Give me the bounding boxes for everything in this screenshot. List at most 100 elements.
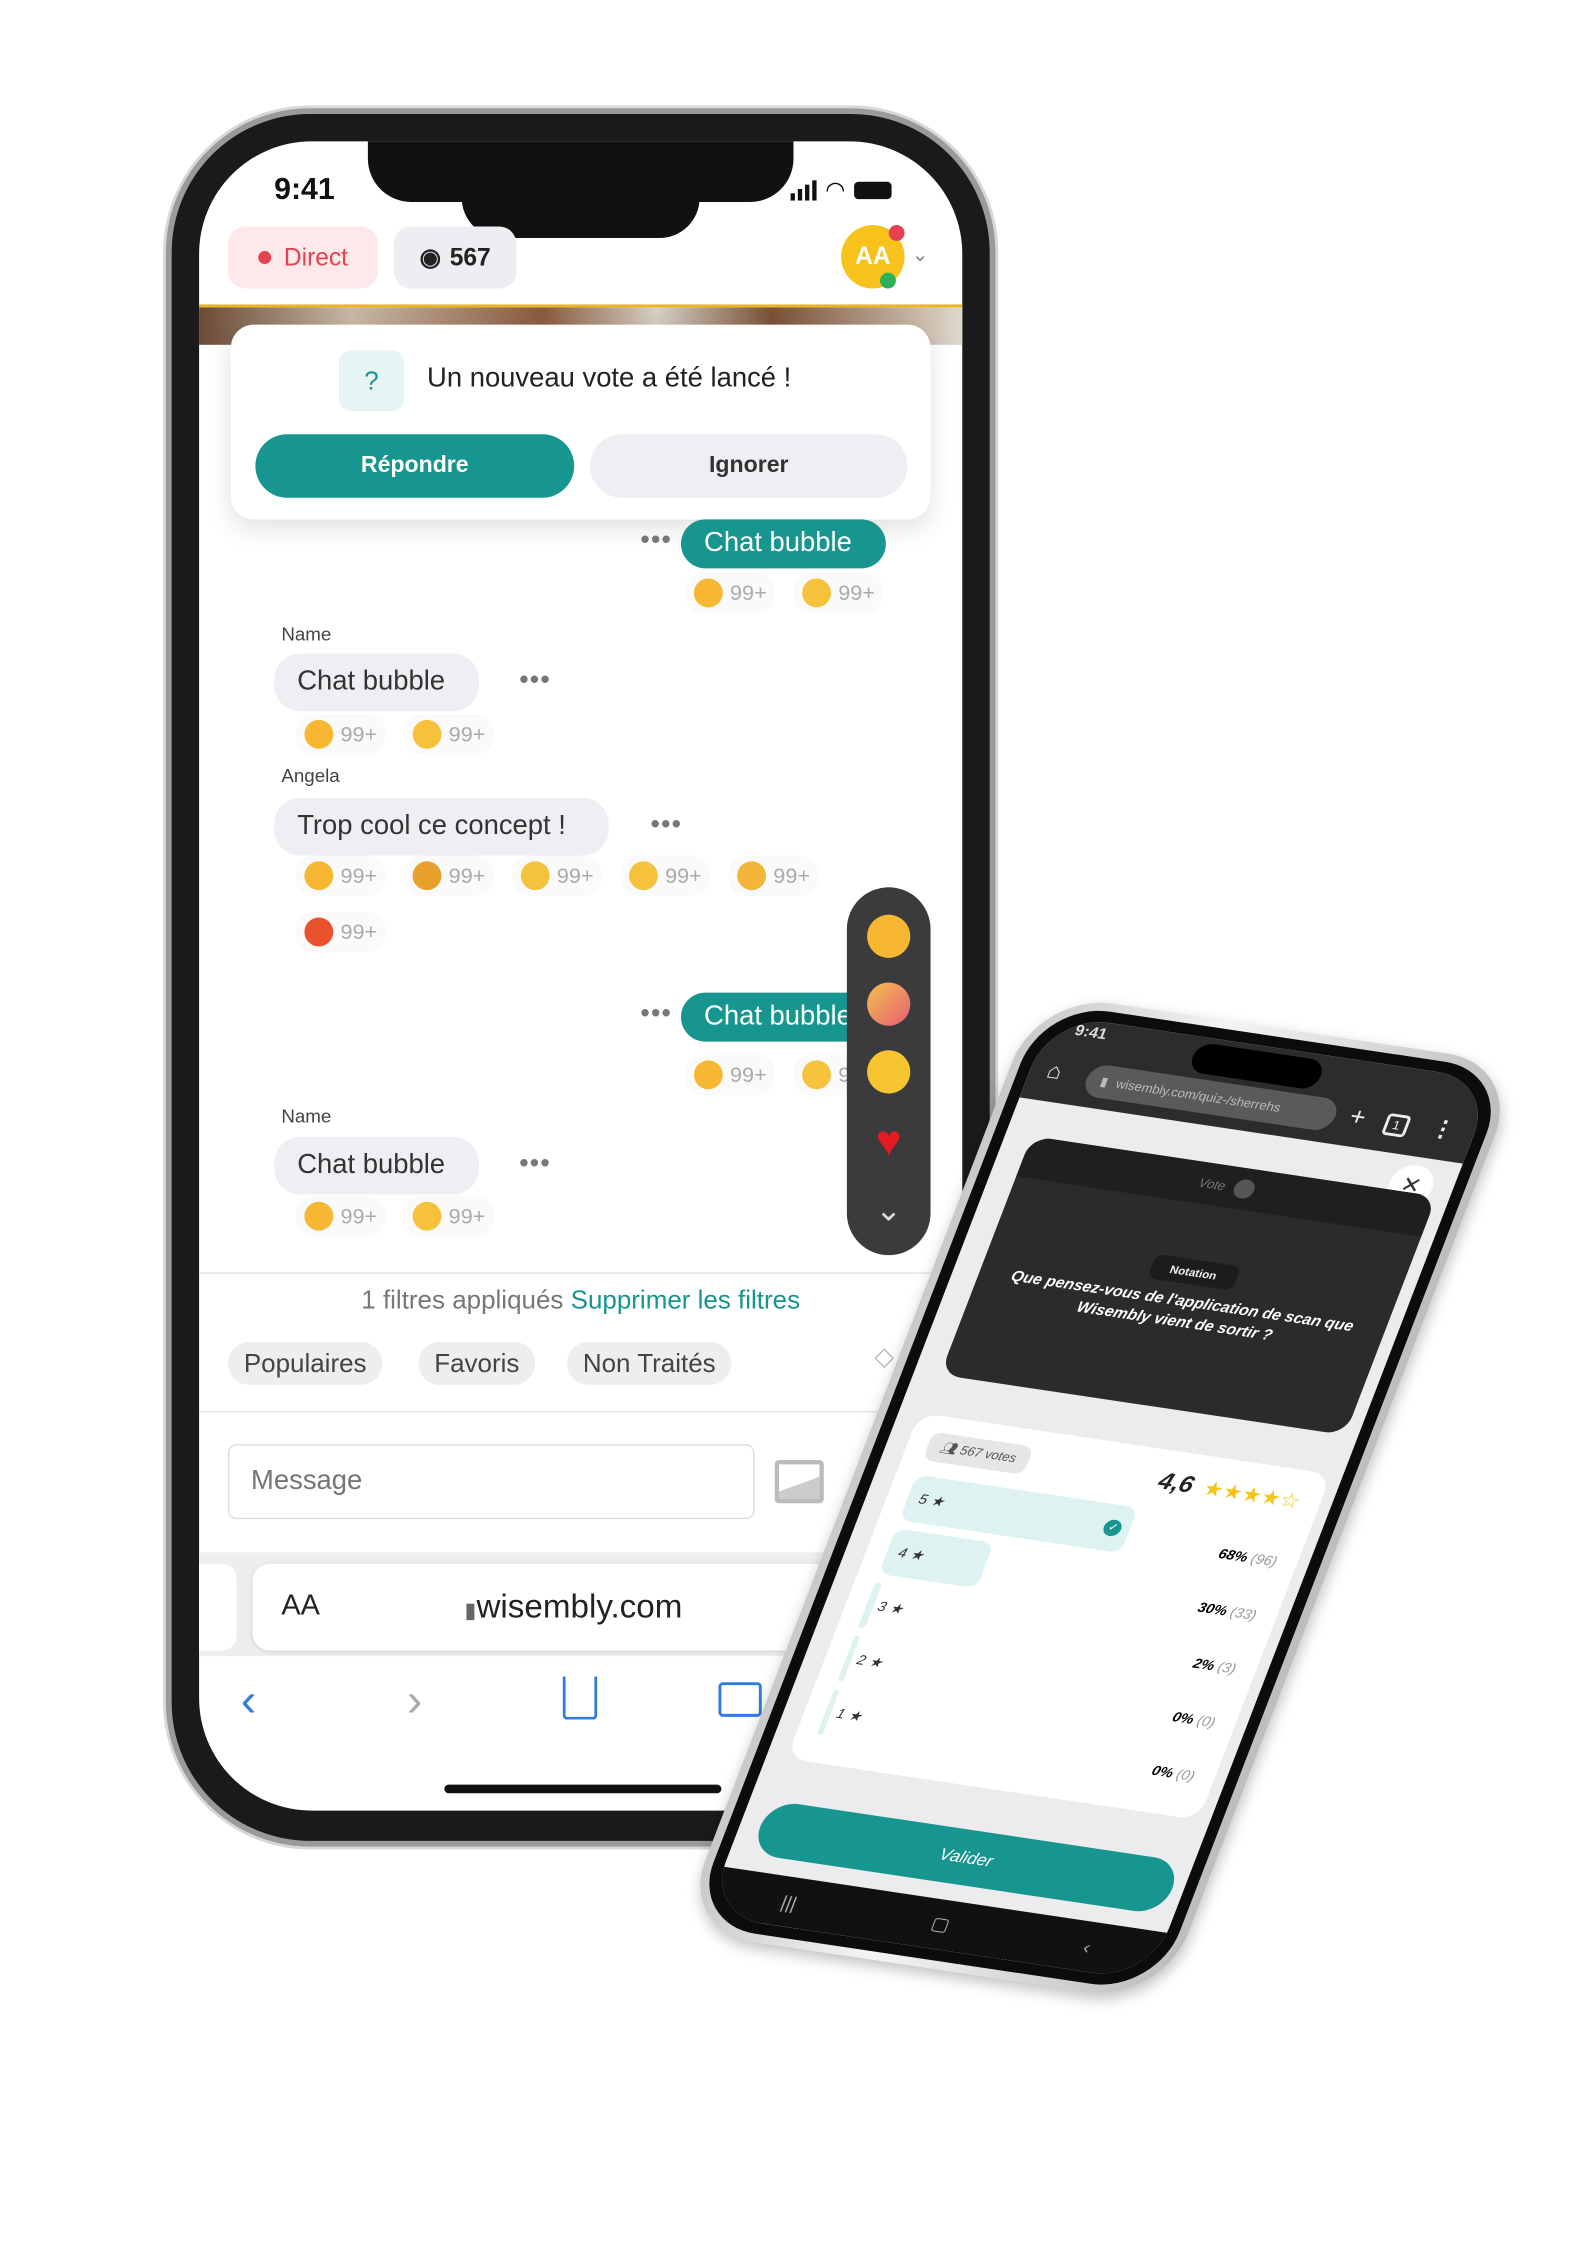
rating-percent: 0% bbox=[1149, 1763, 1176, 1782]
url-text: ▮wisembly.com bbox=[465, 1587, 683, 1626]
online-dot bbox=[880, 272, 896, 289]
ignore-button[interactable]: Ignorer bbox=[590, 434, 908, 498]
rating-distribution: 5 ★ ✓ 68% (96) 4 ★ 30% (33) 3 ★ 2% (3) 2… bbox=[815, 1471, 1290, 1795]
thumbs-up-icon[interactable] bbox=[867, 913, 911, 958]
chat-bubble[interactable]: Trop cool ce concept ! bbox=[274, 797, 609, 856]
respond-button[interactable]: Répondre bbox=[255, 434, 575, 498]
chat-bubble[interactable]: Chat bubble bbox=[274, 1136, 479, 1195]
share-icon[interactable] bbox=[562, 1676, 598, 1720]
text-size-button[interactable]: AA bbox=[281, 1590, 320, 1623]
reaction-thinking-face[interactable]: 99+ bbox=[403, 1195, 495, 1237]
party-popper-icon[interactable] bbox=[867, 981, 911, 1026]
thumbs-up-icon bbox=[304, 719, 334, 749]
reaction-thinking-face[interactable]: 99+ bbox=[403, 714, 495, 755]
reaction-grimacing-face[interactable]: 99+ bbox=[512, 855, 603, 896]
rating-count: (33) bbox=[1227, 1605, 1259, 1624]
chevron-down-icon[interactable]: ⌄ bbox=[912, 242, 929, 267]
home-button-icon[interactable]: ▢ bbox=[928, 1913, 953, 1937]
chevron-down-icon[interactable]: ⌄ bbox=[875, 1191, 902, 1229]
more-options-icon[interactable]: ••• bbox=[641, 525, 673, 555]
url-value: wisembly.com bbox=[476, 1586, 683, 1625]
reaction-thumbs-up[interactable]: 99+ bbox=[685, 1054, 776, 1096]
forward-icon[interactable]: › bbox=[407, 1674, 422, 1727]
rating-count: (3) bbox=[1214, 1660, 1238, 1678]
reaction-count: 99+ bbox=[730, 1062, 767, 1088]
thinking-face-icon bbox=[802, 578, 831, 608]
recents-icon[interactable]: ||| bbox=[778, 1891, 800, 1913]
clear-filters-link[interactable]: Supprimer les filtres bbox=[571, 1285, 800, 1314]
reaction-count: 99+ bbox=[730, 580, 767, 606]
thinking-face-icon bbox=[802, 1060, 831, 1090]
reaction-angry-face[interactable]: 99+ bbox=[295, 911, 386, 953]
wifi-icon: ◠ bbox=[825, 178, 846, 204]
reaction-thinking-face[interactable]: 99+ bbox=[620, 855, 711, 896]
reaction-picker: ♥ ⌄ bbox=[846, 887, 931, 1256]
reaction-count: 99+ bbox=[838, 580, 875, 606]
author-name: Name bbox=[281, 623, 332, 645]
reaction-thumbs-up[interactable]: 99+ bbox=[685, 572, 776, 614]
reaction-count: 99+ bbox=[340, 1203, 378, 1229]
vote-card-header: Vote bbox=[1016, 1136, 1437, 1237]
grimacing-face-icon bbox=[520, 861, 550, 891]
live-label: Direct bbox=[283, 243, 348, 271]
chat-bubble[interactable]: Chat bubble bbox=[274, 653, 479, 712]
reaction-count: 99+ bbox=[340, 919, 378, 945]
more-options-icon[interactable]: ••• bbox=[519, 665, 551, 695]
chip-favoris[interactable]: Favoris bbox=[418, 1341, 536, 1385]
reaction-count: 99+ bbox=[340, 863, 378, 888]
reaction-count: 99+ bbox=[556, 863, 594, 888]
filters-applied: 1 filtres appliqués bbox=[361, 1285, 564, 1315]
more-options-icon[interactable]: ••• bbox=[519, 1148, 551, 1178]
reaction-count: 99+ bbox=[448, 722, 486, 747]
rating-count: (0) bbox=[1173, 1767, 1197, 1785]
reaction-count: 99+ bbox=[448, 863, 486, 888]
bookmarks-icon[interactable] bbox=[718, 1682, 762, 1717]
rating-count: (0) bbox=[1194, 1713, 1218, 1732]
thumbs-up-icon bbox=[693, 578, 723, 608]
lock-icon: ▮ bbox=[464, 1598, 477, 1624]
notification-dot bbox=[888, 225, 905, 241]
tag-icon[interactable]: ◇ bbox=[874, 1342, 894, 1372]
surprised-face-icon bbox=[737, 861, 767, 891]
reaction-surprised-face[interactable]: 99+ bbox=[728, 855, 819, 896]
divider bbox=[199, 1410, 963, 1413]
signal-icon bbox=[790, 180, 817, 201]
question-tag: Notation bbox=[1146, 1253, 1241, 1291]
filters-status: 1 filtres appliqués Supprimer les filtre… bbox=[199, 1285, 962, 1315]
image-icon[interactable] bbox=[774, 1460, 824, 1504]
question-bubble-icon: ? bbox=[339, 350, 404, 412]
reaction-thumbs-up[interactable]: 99+ bbox=[295, 714, 386, 755]
back-icon[interactable]: ‹ bbox=[241, 1674, 256, 1727]
chip-populaires[interactable]: Populaires bbox=[227, 1341, 383, 1385]
status-icons: ◠ bbox=[790, 176, 892, 205]
back-icon[interactable]: ‹ bbox=[1080, 1936, 1094, 1957]
reaction-thumbs-up[interactable]: 99+ bbox=[295, 855, 386, 896]
reaction-thumbs-up[interactable]: 99+ bbox=[295, 1195, 386, 1237]
thinking-face-icon bbox=[629, 861, 658, 891]
votes-count: 567 votes bbox=[957, 1443, 1019, 1465]
author-name: Name bbox=[281, 1105, 332, 1127]
reaction-count: 99+ bbox=[340, 722, 378, 747]
rating-stars: ★★★★☆ bbox=[1200, 1475, 1305, 1513]
chat-bubble[interactable]: Chat bubble bbox=[680, 519, 886, 569]
vote-card: Vote Notation Que pensez-vous de l'appli… bbox=[940, 1136, 1437, 1436]
reaction-thumbs-down[interactable]: 99+ bbox=[403, 855, 495, 896]
tears-of-joy-icon[interactable] bbox=[867, 1049, 911, 1093]
message-input[interactable] bbox=[227, 1444, 755, 1520]
more-options-icon[interactable]: ••• bbox=[641, 998, 673, 1028]
star-icon: ★ bbox=[845, 1707, 865, 1725]
avatar-initials: AA bbox=[855, 242, 891, 270]
thumbs-up-icon bbox=[304, 1201, 334, 1231]
rating-percent: 2% bbox=[1190, 1656, 1217, 1675]
status-time: 9:41 bbox=[274, 173, 335, 207]
previous-tab[interactable] bbox=[199, 1563, 237, 1651]
angry-face-icon bbox=[304, 917, 334, 947]
red-heart-icon[interactable]: ♥ bbox=[876, 1117, 902, 1166]
chip-non-traites[interactable]: Non Traités bbox=[566, 1341, 732, 1385]
reaction-thinking-face[interactable]: 99+ bbox=[793, 572, 884, 614]
star-icon: ★ bbox=[866, 1654, 885, 1671]
thinking-face-icon bbox=[412, 1201, 442, 1231]
more-options-icon[interactable]: ••• bbox=[651, 809, 683, 839]
votes-count-badge: 👥︎ 567 votes bbox=[922, 1431, 1034, 1475]
notification-text: Un nouveau vote a été lancé ! bbox=[427, 363, 792, 394]
